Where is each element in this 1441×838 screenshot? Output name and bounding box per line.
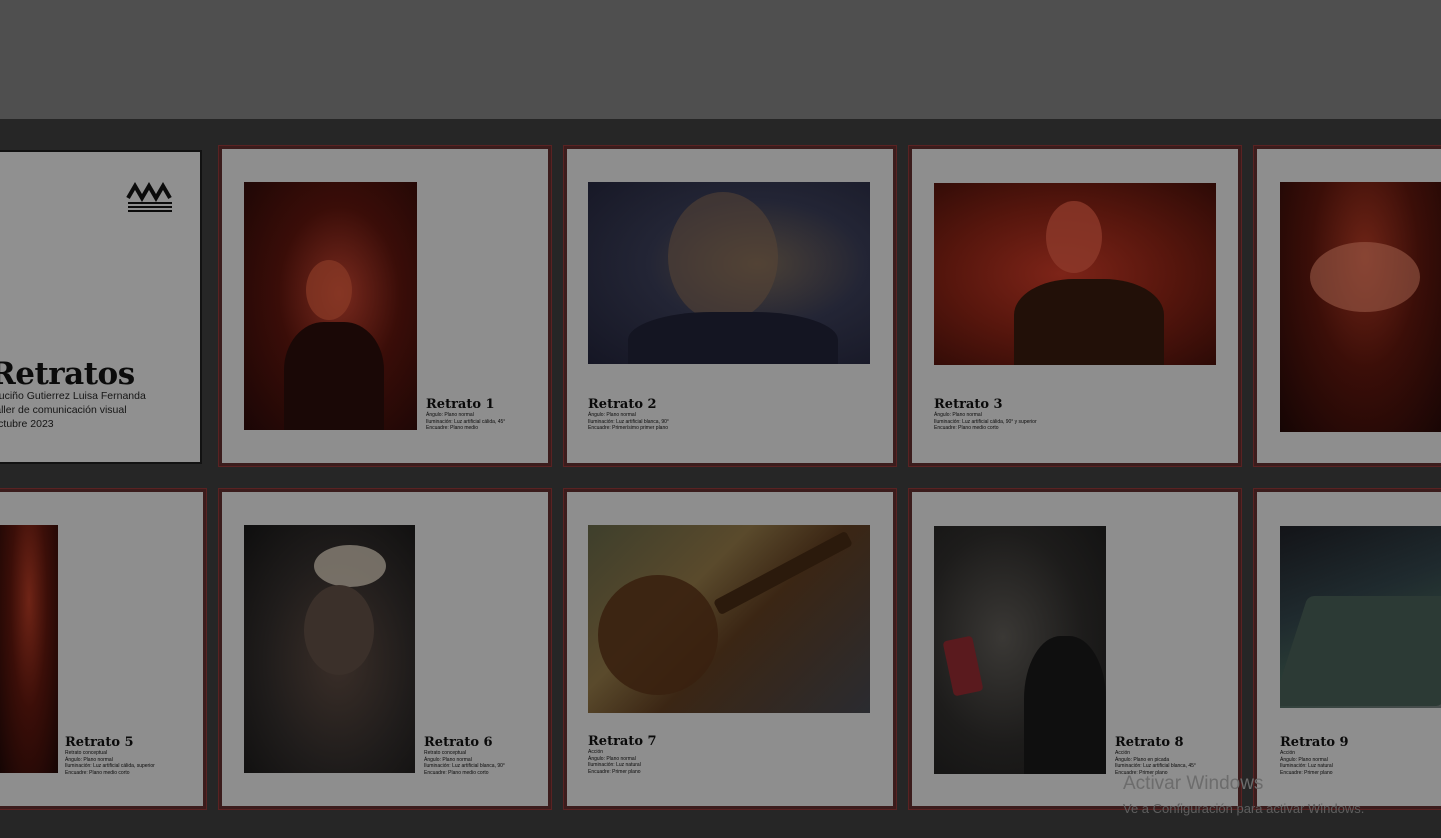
portrait-page-3[interactable]: Retrato 3 Ángulo: Plano normal Iluminaci…	[908, 145, 1242, 467]
portrait-photo-5	[0, 525, 58, 773]
portrait-page-8[interactable]: Retrato 8 Acción Ángulo: Plano en picada…	[908, 488, 1242, 810]
portrait-title-2: Retrato 2	[588, 397, 657, 412]
portrait-title-1: Retrato 1	[426, 397, 495, 412]
portrait-photo-1	[244, 182, 417, 430]
cover-title: Retratos	[0, 356, 135, 392]
portrait-photo-2	[588, 182, 870, 364]
top-toolbar-area	[0, 0, 1441, 119]
activate-windows-watermark-title: Activar Windows	[1123, 773, 1264, 794]
portrait-page-5[interactable]: Retrato 5 Retrato conceptual Ángulo: Pla…	[0, 488, 207, 810]
cover-date: Octubre 2023	[0, 418, 54, 430]
portrait-title-9: Retrato 9	[1280, 735, 1349, 750]
portrait-photo-7	[588, 525, 870, 713]
portrait-title-8: Retrato 8	[1115, 735, 1184, 750]
portrait-title-6: Retrato 6	[424, 735, 493, 750]
portrait-page-7[interactable]: Retrato 7 Acción Ángulo: Plano normal Il…	[563, 488, 897, 810]
portrait-title-5: Retrato 5	[65, 735, 134, 750]
portrait-title-7: Retrato 7	[588, 734, 657, 749]
portrait-page-4-partial[interactable]	[1253, 145, 1441, 467]
portrait-photo-8	[934, 526, 1106, 774]
portrait-photo-9	[1280, 526, 1441, 708]
portrait-page-6[interactable]: Retrato 6 Retrato conceptual Ángulo: Pla…	[218, 488, 552, 810]
portrait-photo-4	[1280, 182, 1441, 432]
portrait-title-3: Retrato 3	[934, 397, 1003, 412]
cover-author: Muciño Gutierrez Luisa Fernanda	[0, 390, 146, 402]
portrait-photo-6	[244, 525, 415, 773]
uam-logo-icon	[126, 182, 172, 212]
portrait-photo-3	[934, 183, 1216, 365]
activate-windows-watermark-subtitle: Ve a Configuración para activar Windows.	[1123, 801, 1365, 816]
cover-course: Taller de comunicación visual	[0, 404, 127, 416]
portrait-page-2[interactable]: Retrato 2 Ángulo: Plano normal Iluminaci…	[563, 145, 897, 467]
portrait-page-1[interactable]: Retrato 1 Ángulo: Plano normal Iluminaci…	[218, 145, 552, 467]
cover-page[interactable]: Retratos Muciño Gutierrez Luisa Fernanda…	[0, 150, 202, 464]
portrait-page-9-partial[interactable]: Retrato 9 Acción Ángulo: Plano normal Il…	[1253, 488, 1441, 810]
